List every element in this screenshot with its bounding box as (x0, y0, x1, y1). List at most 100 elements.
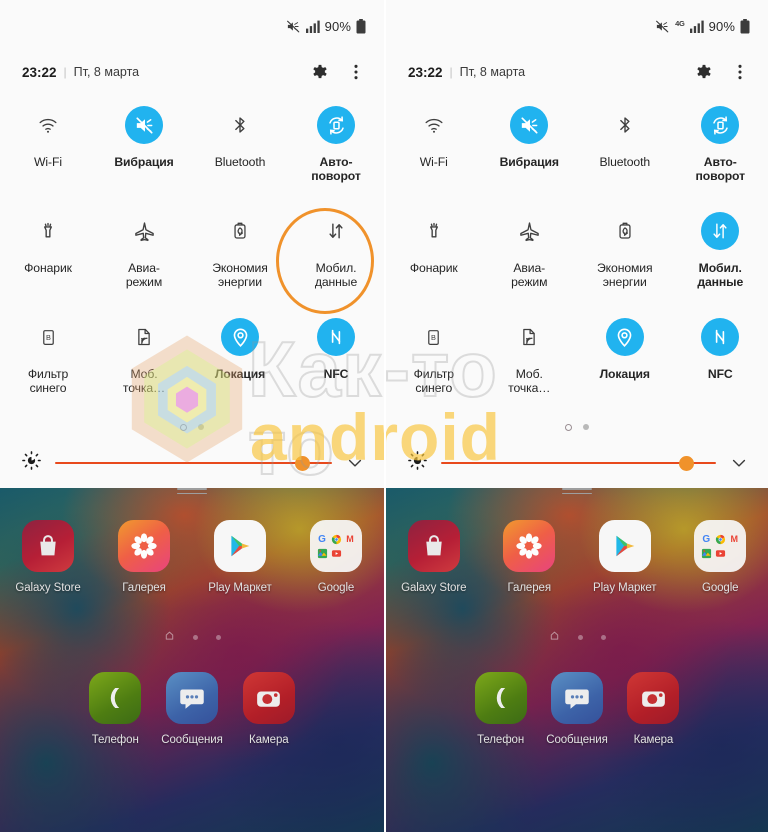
dock-app-camera[interactable]: Камера (615, 672, 691, 746)
home-page-indicator[interactable] (0, 628, 384, 646)
brightness-icon (408, 451, 427, 475)
home-app-play-store[interactable]: Play Маркет (577, 520, 673, 594)
airplane-icon[interactable] (125, 212, 163, 250)
header-divider: | (63, 65, 67, 79)
power-saving-icon[interactable] (221, 212, 259, 250)
brightness-thumb[interactable] (294, 455, 310, 471)
quick-toggle-airplane[interactable]: Авиа-режим (96, 206, 192, 312)
home-app-google-folder[interactable]: G M Google (673, 520, 768, 594)
quick-toggle-vibrate[interactable]: Вибрация (482, 100, 578, 206)
quick-toggle-mobile-hotspot[interactable]: Моб. точка… (96, 312, 192, 418)
location-icon[interactable] (605, 318, 644, 356)
quick-toggle-flashlight[interactable]: Фонарик (386, 206, 482, 312)
dock-app-messages[interactable]: Сообщения (154, 672, 231, 746)
dock-app-messages[interactable]: Сообщения (539, 672, 615, 746)
chevron-down-icon[interactable] (728, 453, 750, 473)
quick-toggle-power-saving[interactable]: Экономия энергии (192, 206, 288, 312)
mobile-hotspot-icon[interactable] (125, 318, 163, 356)
quick-toggle-auto-rotate[interactable]: Авто-поворот (288, 100, 384, 206)
quick-toggle-nfc[interactable]: NFC (288, 312, 384, 418)
home-app-galaxy-store[interactable]: Galaxy Store (0, 520, 96, 594)
home-dock: Телефон Сообщения Камера (386, 646, 768, 746)
quick-toggle-label: Авиа-режим (511, 261, 548, 290)
page-dot (192, 634, 198, 640)
phone-icon (474, 672, 527, 724)
dock-app-phone[interactable]: Телефон (77, 672, 154, 746)
home-app-gallery[interactable]: Галерея (96, 520, 192, 594)
quick-toggle-label: NFC (323, 367, 349, 381)
flashlight-icon[interactable] (415, 212, 453, 250)
mobile-data-icon[interactable] (317, 212, 355, 250)
quick-toggle-power-saving[interactable]: Экономия энергии (577, 206, 673, 312)
bluetooth-icon[interactable] (221, 106, 259, 144)
quick-toggle-nfc[interactable]: NFC (673, 312, 768, 418)
panel-drag-handle[interactable] (386, 488, 768, 495)
quick-toggle-auto-rotate[interactable]: Авто-поворот (673, 100, 768, 206)
auto-rotate-icon[interactable] (317, 106, 355, 144)
home-app-galaxy-store[interactable]: Galaxy Store (386, 520, 482, 594)
messages-icon (551, 672, 604, 724)
clock-label[interactable]: 23:22 (22, 65, 57, 80)
quick-toggle-mobile-hotspot[interactable]: Моб. точка… (482, 312, 578, 418)
nfc-icon[interactable] (701, 318, 740, 356)
quick-toggle-blue-light-filter[interactable]: B Фильтр синего (0, 312, 96, 418)
home-app-play-store[interactable]: Play Маркет (192, 520, 288, 594)
home-app-google-folder[interactable]: G M Google (288, 520, 384, 594)
vibrate-icon[interactable] (510, 106, 549, 144)
vibrate-icon[interactable] (125, 106, 163, 144)
blue-light-filter-icon[interactable]: B (415, 318, 453, 356)
home-app-gallery[interactable]: Галерея (482, 520, 578, 594)
quick-toggle-airplane[interactable]: Авиа-режим (482, 206, 578, 312)
dock-app-camera[interactable]: Камера (230, 672, 307, 746)
quick-panel-header: 23:22 | Пт, 8 марта (0, 52, 384, 92)
quick-toggle-wifi[interactable]: Wi-Fi (0, 100, 96, 206)
home-icon[interactable] (549, 628, 560, 646)
brightness-slider[interactable] (55, 454, 332, 472)
app-label: Galaxy Store (401, 582, 467, 594)
quick-toggle-mobile-data[interactable]: Мобил. данные (673, 206, 768, 312)
home-app-row: Galaxy Store Галерея Play Маркет G M Google (386, 488, 768, 594)
quick-toggle-label: Мобил. данные (314, 261, 358, 290)
quick-panel-page-dots[interactable] (0, 420, 384, 434)
quick-toggle-blue-light-filter[interactable]: B Фильтр синего (386, 312, 482, 418)
svg-text:B: B (46, 333, 51, 342)
brightness-slider[interactable] (441, 454, 716, 472)
more-vertical-icon[interactable] (730, 62, 750, 82)
home-page-indicator[interactable] (386, 628, 768, 646)
location-icon[interactable] (221, 318, 259, 356)
dock-app-phone[interactable]: Телефон (462, 672, 538, 746)
power-saving-icon[interactable] (606, 212, 644, 250)
bluetooth-icon[interactable] (606, 106, 644, 144)
chevron-down-icon[interactable] (344, 453, 366, 473)
blue-light-filter-icon[interactable]: B (29, 318, 67, 356)
mobile-hotspot-icon[interactable] (510, 318, 548, 356)
airplane-icon[interactable] (510, 212, 548, 250)
quick-panel-page-dots[interactable] (386, 420, 768, 434)
quick-toggle-location[interactable]: Локация (192, 312, 288, 418)
phone-screen-left: 90% 23:22 | Пт, 8 марта Wi-Fi Вибрация Bluetoo… (0, 0, 384, 832)
home-screen: Galaxy Store Галерея Play Маркет G M Google Те… (386, 488, 768, 832)
nfc-icon[interactable] (317, 318, 355, 356)
header-divider: | (449, 65, 453, 79)
gear-icon[interactable] (310, 62, 330, 82)
clock-label[interactable]: 23:22 (408, 65, 443, 80)
brightness-thumb[interactable] (679, 455, 694, 471)
quick-toggle-bluetooth[interactable]: Bluetooth (577, 100, 673, 206)
wifi-icon[interactable] (415, 106, 453, 144)
auto-rotate-icon[interactable] (701, 106, 740, 144)
panel-drag-handle[interactable] (0, 488, 384, 495)
flashlight-icon[interactable] (29, 212, 67, 250)
quick-toggle-vibrate[interactable]: Вибрация (96, 100, 192, 206)
quick-toggle-bluetooth[interactable]: Bluetooth (192, 100, 288, 206)
page-dot (180, 423, 187, 431)
home-icon[interactable] (164, 628, 175, 646)
mobile-data-icon[interactable] (701, 212, 740, 250)
quick-toggle-location[interactable]: Локация (577, 312, 673, 418)
gear-icon[interactable] (694, 62, 714, 82)
brightness-row (0, 440, 384, 486)
quick-toggle-flashlight[interactable]: Фонарик (0, 206, 96, 312)
quick-toggle-wifi[interactable]: Wi-Fi (386, 100, 482, 206)
wifi-icon[interactable] (29, 106, 67, 144)
quick-toggle-mobile-data[interactable]: Мобил. данные (288, 206, 384, 312)
more-vertical-icon[interactable] (346, 62, 366, 82)
